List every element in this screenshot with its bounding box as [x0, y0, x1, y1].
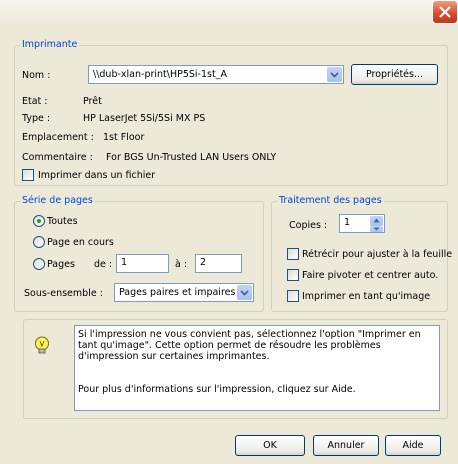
page-range-legend: Série de pages — [20, 195, 95, 206]
type-value: HP LaserJet 5Si/5Si MX PS — [83, 113, 206, 124]
subset-label: Sous-ensemble : — [24, 288, 103, 299]
subset-value: Pages paires et impaires — [119, 287, 236, 298]
info-text-1: Si l'impression ne vous convient pas, sé… — [78, 329, 421, 362]
chevron-down-icon — [373, 227, 380, 231]
from-value: 1 — [121, 257, 128, 268]
properties-button[interactable]: Propriétés... — [351, 64, 438, 85]
to-label: à : — [175, 259, 188, 270]
from-input[interactable]: 1 — [116, 254, 169, 273]
title-bar — [0, 0, 458, 26]
dropdown-button[interactable] — [237, 285, 252, 300]
print-as-image-label: Imprimer en tant qu'image — [302, 291, 431, 302]
print-to-file-label: Imprimer dans un fichier — [38, 170, 156, 181]
radio-all[interactable] — [33, 215, 45, 227]
lightbulb-icon — [35, 336, 49, 354]
info-box: Si l'impression ne vous convient pas, sé… — [74, 325, 440, 411]
printer-name-select[interactable]: \\dub-xlan-print\HP5Si-1st_A — [88, 65, 344, 84]
ok-button[interactable]: OK — [235, 435, 305, 456]
chevron-up-icon — [373, 218, 380, 223]
spin-down-button[interactable] — [370, 226, 383, 232]
from-label: de : — [94, 259, 113, 270]
printer-name-value: \\dub-xlan-print\HP5Si-1st_A — [93, 69, 227, 80]
handling-legend: Traitement des pages — [277, 195, 384, 206]
printer-group-legend: Imprimante — [20, 39, 80, 50]
radio-current-page-label: Page en cours — [47, 237, 114, 248]
rotate-center-label: Faire pivoter et centrer auto. — [302, 270, 439, 281]
location-value: 1st Floor — [103, 132, 145, 143]
printer-name-label: Nom : — [22, 70, 51, 81]
spin-up-button[interactable] — [370, 216, 383, 226]
to-input[interactable]: 2 — [195, 254, 242, 273]
cancel-button[interactable]: Annuler — [313, 435, 379, 456]
copies-value: 1 — [344, 217, 351, 228]
dropdown-button[interactable] — [327, 67, 342, 82]
info-text-2: Pour plus d'informations sur l'impressio… — [78, 384, 356, 395]
radio-pages[interactable] — [33, 258, 45, 270]
copies-stepper[interactable]: 1 — [339, 214, 385, 233]
copies-label: Copies : — [289, 220, 328, 231]
shrink-to-fit-checkbox[interactable] — [287, 248, 299, 260]
comment-value: For BGS Un-Trusted LAN Users ONLY — [106, 152, 277, 163]
chevron-down-icon — [330, 72, 339, 78]
shrink-to-fit-label: Rétrécir pour ajuster à la feuille — [302, 249, 453, 260]
chevron-down-icon — [240, 290, 249, 296]
close-icon — [439, 6, 451, 18]
subset-select[interactable]: Pages paires et impaires — [114, 283, 254, 302]
radio-pages-label: Pages — [47, 259, 75, 270]
close-button[interactable] — [432, 0, 458, 24]
state-label: Etat : — [22, 96, 48, 107]
radio-current-page[interactable] — [33, 236, 45, 248]
state-value: Prêt — [83, 96, 102, 107]
print-as-image-checkbox[interactable] — [287, 290, 299, 302]
comment-label: Commentaire : — [22, 152, 93, 163]
rotate-center-checkbox[interactable] — [287, 269, 299, 281]
type-label: Type : — [22, 113, 51, 124]
help-button[interactable]: Aide — [385, 435, 441, 456]
print-to-file-checkbox[interactable] — [22, 169, 34, 181]
radio-all-label: Toutes — [47, 216, 78, 227]
to-value: 2 — [200, 257, 207, 268]
location-label: Emplacement : — [22, 132, 94, 143]
